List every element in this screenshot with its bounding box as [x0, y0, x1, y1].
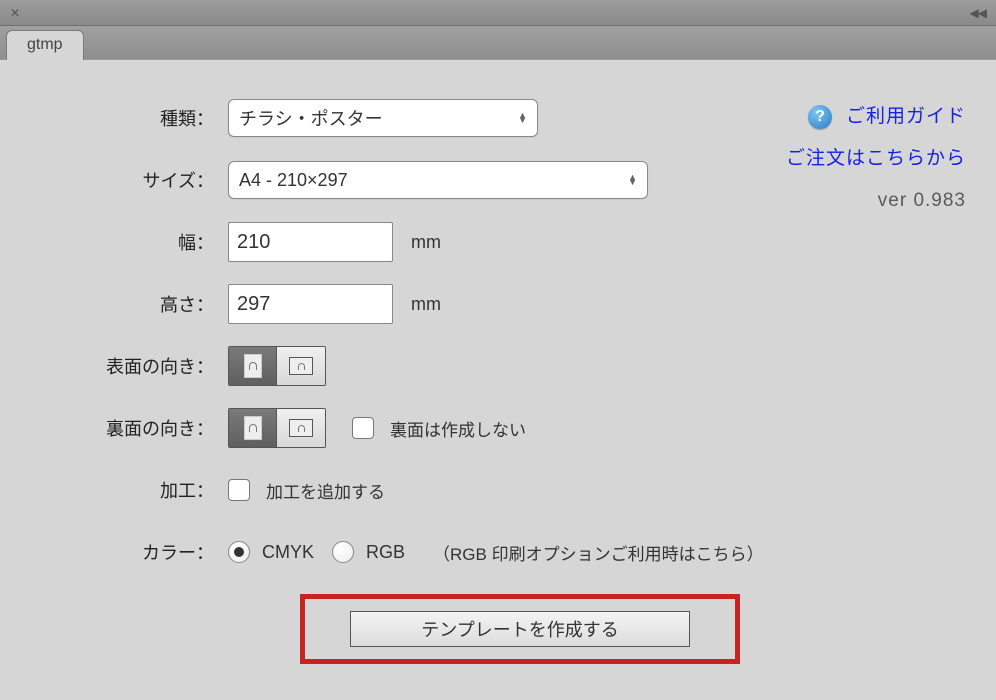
- front-orientation-label: 表面の向き：: [0, 353, 218, 379]
- back-orientation-group: [228, 408, 326, 448]
- order-link[interactable]: ご注文はこちらから: [786, 148, 966, 169]
- version-text: ver 0.983: [878, 190, 966, 211]
- no-back-label: 裏面は作成しない: [390, 416, 526, 441]
- process-label: 加工：: [0, 477, 218, 503]
- add-process-checkbox[interactable]: [228, 479, 250, 501]
- portrait-icon: [244, 416, 262, 440]
- type-select-value: チラシ・ポスター: [239, 105, 383, 131]
- width-input[interactable]: [228, 222, 393, 262]
- chevron-updown-icon: ▲▼: [518, 113, 527, 123]
- width-label: 幅：: [0, 229, 218, 255]
- usage-guide-link[interactable]: ご利用ガイド: [846, 96, 966, 138]
- front-orientation-group: [228, 346, 326, 386]
- collapse-icon[interactable]: ◀◀: [966, 4, 990, 22]
- color-cmyk-label: CMYK: [262, 542, 314, 563]
- front-portrait-button[interactable]: [229, 347, 277, 385]
- type-select[interactable]: チラシ・ポスター ▲▼: [228, 99, 538, 137]
- chevron-updown-icon: ▲▼: [628, 175, 637, 185]
- back-landscape-button[interactable]: [277, 409, 325, 447]
- width-unit: mm: [411, 232, 441, 253]
- create-highlight-frame: テンプレートを作成する: [300, 594, 740, 664]
- size-label: サイズ：: [0, 167, 218, 193]
- tab-bar: gtmp: [0, 26, 996, 60]
- no-back-checkbox[interactable]: [352, 417, 374, 439]
- color-label: カラー：: [0, 539, 218, 565]
- color-cmyk-radio[interactable]: [228, 541, 250, 563]
- help-icon[interactable]: ?: [808, 105, 832, 129]
- height-unit: mm: [411, 294, 441, 315]
- panel-titlebar: ✕ ◀◀: [0, 0, 996, 26]
- portrait-icon: [244, 354, 262, 378]
- landscape-icon: [289, 357, 313, 375]
- back-orientation-label: 裏面の向き：: [0, 415, 218, 441]
- close-icon[interactable]: ✕: [6, 4, 24, 22]
- help-area: ? ご利用ガイド ご注文はこちらから ver 0.983: [786, 96, 966, 221]
- rgb-note: （RGB 印刷オプションご利用時はこちら）: [433, 540, 764, 565]
- height-label: 高さ：: [0, 291, 218, 317]
- settings-panel: ? ご利用ガイド ご注文はこちらから ver 0.983 種類： チラシ・ポスタ…: [0, 60, 996, 700]
- height-input[interactable]: [228, 284, 393, 324]
- front-landscape-button[interactable]: [277, 347, 325, 385]
- type-label: 種類：: [0, 105, 218, 131]
- color-rgb-label: RGB: [366, 542, 405, 563]
- size-select-value: A4 - 210×297: [239, 170, 348, 191]
- tab-gtmp[interactable]: gtmp: [6, 30, 84, 60]
- add-process-label: 加工を追加する: [266, 478, 385, 503]
- create-template-button[interactable]: テンプレートを作成する: [350, 611, 690, 647]
- size-select[interactable]: A4 - 210×297 ▲▼: [228, 161, 648, 199]
- landscape-icon: [289, 419, 313, 437]
- back-portrait-button[interactable]: [229, 409, 277, 447]
- color-rgb-radio[interactable]: [332, 541, 354, 563]
